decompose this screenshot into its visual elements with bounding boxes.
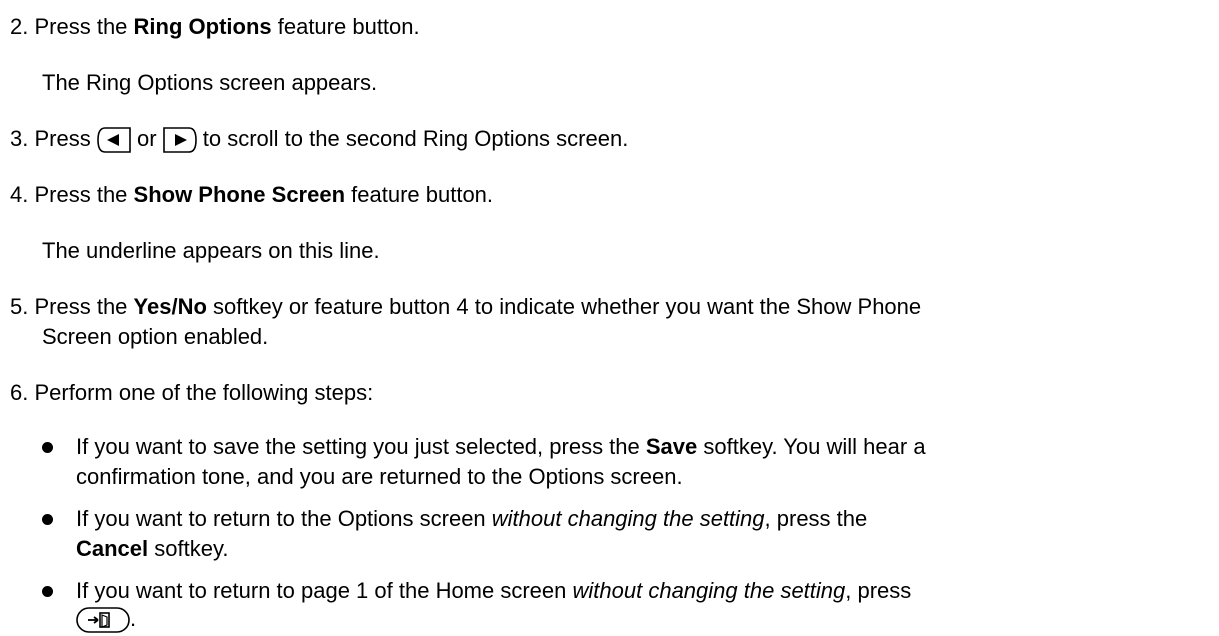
- step-4: 4. Press the Show Phone Screen feature b…: [10, 182, 493, 208]
- step-text: Press the: [34, 294, 134, 319]
- scroll-right-icon: [162, 127, 197, 153]
- step-number: 5.: [10, 294, 29, 319]
- step-number: 4.: [10, 182, 29, 207]
- softkey-name: Yes/No: [133, 294, 207, 319]
- step-4-note: The underline appears on this line.: [42, 238, 380, 264]
- step-text: or: [130, 126, 163, 151]
- emphasis-text: without changing the setting: [491, 506, 765, 531]
- step-number: 2.: [10, 14, 29, 39]
- step-text: feature button.: [345, 182, 494, 207]
- step-6: 6. Perform one of the following steps:: [10, 380, 373, 406]
- step-number: 6.: [10, 380, 29, 405]
- exit-icon: [76, 607, 130, 633]
- feature-button-name: Ring Options: [133, 14, 272, 39]
- bullet-text: If you want to return to page 1 of the H…: [76, 578, 573, 603]
- step-text: Press the: [34, 182, 134, 207]
- step-number: 3.: [10, 126, 29, 151]
- bullet-dot: [42, 442, 53, 453]
- step-3: 3. Press or to scroll to the second Ring…: [10, 126, 628, 153]
- bullet-dot: [42, 514, 53, 525]
- feature-button-name: Show Phone Screen: [133, 182, 346, 207]
- bullet-text: confirmation tone, and you are returned …: [76, 464, 683, 489]
- bullet-2-continued: Cancel softkey.: [76, 536, 228, 562]
- bullet-dot: [42, 586, 53, 597]
- step-5-continued: Screen option enabled.: [42, 324, 268, 350]
- step-2: 2. Press the Ring Options feature button…: [10, 14, 420, 40]
- bullet-text: , press the: [764, 506, 868, 531]
- note-text: The underline appears on this line.: [42, 238, 380, 263]
- emphasis-text: without changing the setting: [572, 578, 846, 603]
- step-text: softkey or feature button 4 to indicate …: [206, 294, 922, 319]
- bullet-1-continued: confirmation tone, and you are returned …: [76, 464, 683, 490]
- bullet-text: , press: [845, 578, 912, 603]
- step-5: 5. Press the Yes/No softkey or feature b…: [10, 294, 921, 320]
- document-page: 2. Press the Ring Options feature button…: [0, 0, 1219, 636]
- step-text: to scroll to the second Ring Options scr…: [196, 126, 629, 151]
- step-text: Press: [34, 126, 97, 151]
- bullet-2: If you want to return to the Options scr…: [76, 506, 867, 532]
- bullet-text: softkey.: [148, 536, 229, 561]
- softkey-name: Cancel: [76, 536, 149, 561]
- scroll-left-icon: [97, 127, 131, 153]
- note-text: The Ring Options screen appears.: [42, 70, 378, 95]
- bullet-3: If you want to return to page 1 of the H…: [76, 578, 911, 604]
- bullet-3-continued: .: [76, 606, 136, 633]
- bullet-1: If you want to save the setting you just…: [76, 434, 926, 460]
- bullet-text: If you want to return to the Options scr…: [76, 506, 492, 531]
- step-text: Screen option enabled.: [42, 324, 269, 349]
- bullet-text: softkey. You will hear a: [697, 434, 926, 459]
- bullet-text: If you want to save the setting you just…: [76, 434, 646, 459]
- step-text: Press the: [34, 14, 134, 39]
- step-text: Perform one of the following steps:: [34, 380, 374, 405]
- step-text: feature button.: [271, 14, 420, 39]
- step-2-note: The Ring Options screen appears.: [42, 70, 377, 96]
- softkey-name: Save: [645, 434, 698, 459]
- bullet-text: .: [130, 606, 137, 631]
